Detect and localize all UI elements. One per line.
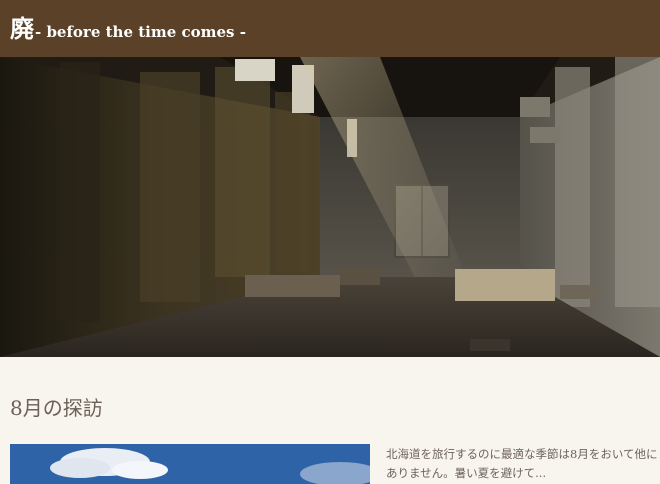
excerpt-line: 北海道を旅行するのに最適な季節は8月をおいて他に <box>386 447 658 461</box>
logo-subtitle: - before the time comes - <box>35 22 246 41</box>
hero-photo-illustration <box>0 57 660 357</box>
sky-photo-illustration <box>10 444 370 484</box>
article-thumbnail[interactable] <box>10 444 370 484</box>
site-header: 廃 - before the time comes - <box>0 0 660 57</box>
hero-image <box>0 57 660 357</box>
site-logo[interactable]: 廃 - before the time comes - <box>10 13 246 43</box>
article-excerpt: 北海道を旅行するのに最適な季節は8月をおいて他に ありません。暑い夏を避けて..… <box>386 445 660 483</box>
excerpt-line: ありません。暑い夏を避けて... <box>386 466 547 480</box>
logo-kanji: 廃 <box>10 13 34 43</box>
section-title: 8月の探訪 <box>10 396 103 420</box>
